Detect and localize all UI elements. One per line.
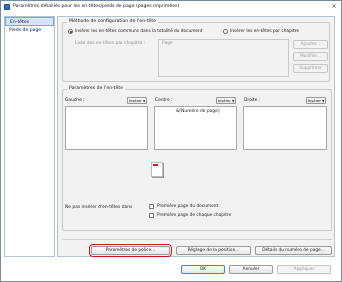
insert-right-label: Insérer (307, 98, 321, 103)
page-number-details-button[interactable]: Détails du numéro de page... (255, 246, 332, 255)
window-title: Paramètres détaillés pour les en-têtes/p… (13, 4, 180, 9)
no-insert-label: Ne pas insérer d'en-têtes dans (65, 205, 133, 210)
chapter-list-label: Liste des en-têtes par chapitre : (75, 41, 146, 46)
dropdown-caret-icon: ▼ (142, 98, 146, 103)
dialog-window: Paramètres détaillés pour les en-têtes/p… (0, 0, 342, 282)
title-bar: Paramètres détaillés pour les en-têtes/p… (1, 1, 341, 12)
first-page-document-checkbox[interactable]: Première page du document (149, 204, 218, 209)
app-icon (4, 3, 10, 10)
content-divider (62, 239, 332, 240)
dropdown-caret-icon: ▼ (321, 98, 325, 103)
header-params-group: Paramètres de l'en-tête Gauche : Insérer… (62, 86, 332, 231)
radio-per-chapter-indicator[interactable] (223, 29, 228, 34)
first-page-chapter-checkbox[interactable]: Première page de chaque chapitre (149, 213, 231, 218)
center-label: Centre : (155, 98, 173, 103)
config-method-legend: Méthode de configuration de l'en-tête (67, 19, 159, 24)
delete-chapter-button[interactable]: Supprimer (293, 64, 328, 73)
sidebar-item-label: En-têtes (10, 20, 30, 25)
close-icon[interactable]: × (330, 3, 338, 10)
chapter-list-item[interactable]: Page (162, 41, 173, 46)
dropdown-caret-icon: ▼ (231, 98, 235, 103)
sidebar: En-têtes Pieds de page (4, 16, 55, 257)
radio-per-chapter[interactable]: Insérer les en-têtes par chapitre (223, 29, 299, 34)
page-preview-icon (151, 162, 163, 177)
radio-all-document[interactable]: Insérer les en-têtes communs dans la tot… (68, 29, 202, 34)
apply-button[interactable]: Appliquer (277, 265, 331, 274)
first-page-chapter-box[interactable] (149, 213, 154, 218)
modify-chapter-button[interactable]: Modifier... (293, 52, 328, 61)
position-settings-button[interactable]: Réglage de la position... (176, 246, 251, 255)
add-chapter-button[interactable]: Ajouter... (293, 40, 328, 49)
sidebar-item-headers[interactable]: En-têtes (5, 17, 54, 26)
preview-header-mark (153, 164, 158, 166)
first-page-document-box[interactable] (149, 204, 154, 209)
insert-left-button[interactable]: Insérer ▼ (127, 97, 147, 104)
insert-center-button[interactable]: Insérer ▼ (216, 97, 236, 104)
left-label: Gauche : (65, 98, 85, 103)
dialog-button-bar: OK Annuler Appliquer (1, 259, 341, 281)
radio-per-chapter-label: Insérer les en-têtes par chapitre (230, 29, 300, 34)
ok-button[interactable]: OK (181, 265, 225, 274)
content-panel: Méthode de configuration de l'en-tête In… (57, 16, 335, 257)
first-page-document-label: Première page du document (157, 204, 219, 209)
first-page-chapter-label: Première page de chaque chapitre (157, 213, 232, 218)
header-params-legend: Paramètres de l'en-tête (67, 86, 126, 91)
insert-center-label: Insérer (217, 98, 231, 103)
sidebar-item-label: Pieds de page (9, 28, 42, 33)
sidebar-item-footers[interactable]: Pieds de page (5, 26, 54, 35)
config-method-group: Méthode de configuration de l'en-tête In… (62, 19, 330, 82)
left-header-input[interactable] (65, 106, 148, 150)
radio-all-document-label: Insérer les en-têtes communs dans la tot… (75, 29, 203, 34)
font-settings-button[interactable]: Paramètres de police... (89, 244, 172, 257)
insert-left-label: Insérer (128, 98, 142, 103)
right-label: Droite : (244, 98, 261, 103)
insert-right-button[interactable]: Insérer ▼ (306, 97, 326, 104)
center-header-input[interactable]: &[Numéro de page] (154, 106, 237, 150)
right-header-input[interactable] (243, 106, 327, 150)
cancel-button[interactable]: Annuler (229, 265, 273, 274)
center-header-value: &[Numéro de page] (176, 109, 220, 114)
radio-all-document-indicator[interactable] (68, 29, 73, 34)
chapter-list-box[interactable]: Page (158, 39, 289, 77)
